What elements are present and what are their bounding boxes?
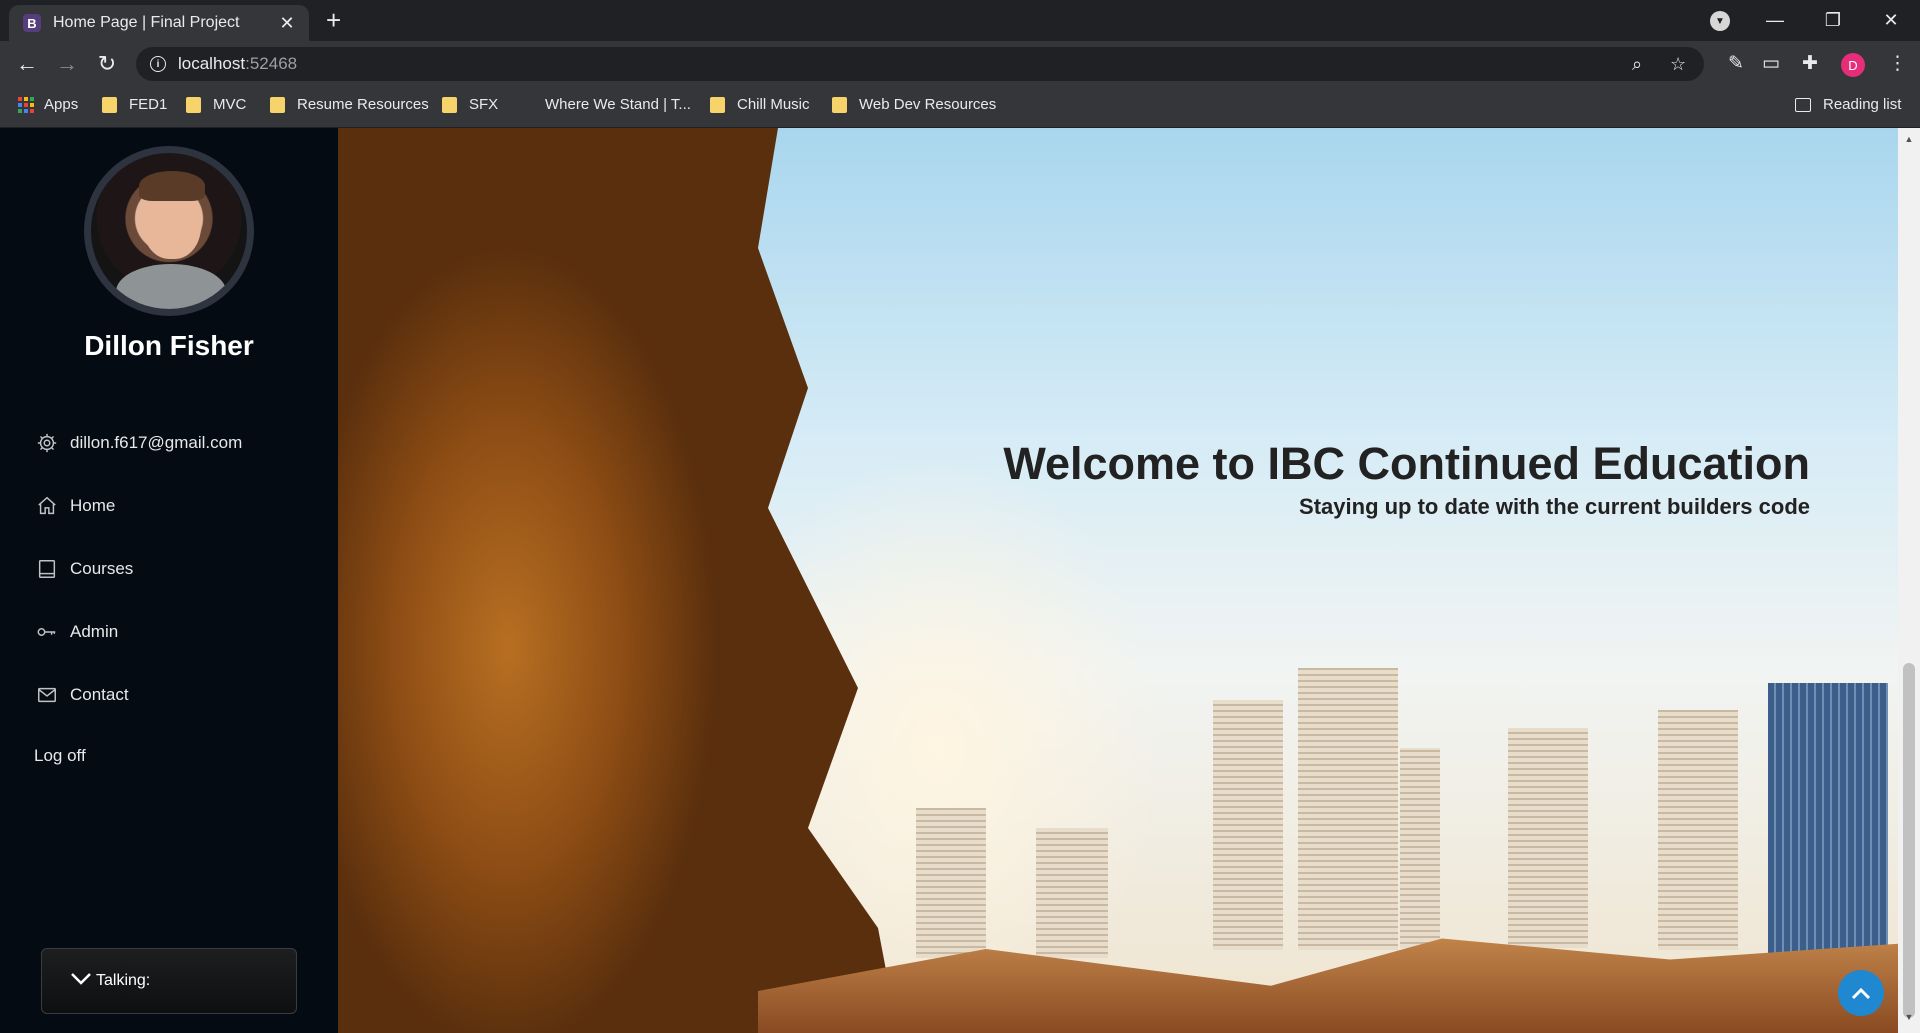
hero-background-image — [338, 128, 898, 1033]
profile-avatar[interactable]: D — [1841, 53, 1865, 77]
bookmark-label: FED1 — [129, 96, 168, 113]
back-button[interactable]: ← — [12, 49, 42, 79]
sidebar-item-home[interactable]: Home — [34, 493, 115, 519]
zoom-icon[interactable]: ⌕ — [1632, 54, 1642, 75]
reload-button[interactable]: ↻ — [92, 49, 122, 79]
home-icon — [34, 493, 60, 519]
bookmark-web-dev-resources[interactable]: Web Dev Resources — [832, 96, 996, 113]
key-icon — [34, 619, 60, 645]
bookmark-label: MVC — [213, 96, 247, 113]
forward-button[interactable]: → — [52, 49, 82, 79]
bookmark-sfx[interactable]: SFX — [442, 96, 498, 113]
sidebar-item-admin[interactable]: Admin — [34, 619, 118, 645]
bookmark-fed1[interactable]: FED1 — [102, 96, 167, 113]
new-tab-button[interactable]: + — [326, 6, 341, 34]
reading-list-button[interactable]: Reading list — [1795, 96, 1901, 113]
bookmark-resume-resources[interactable]: Resume Resources — [270, 96, 429, 113]
bookmarks-bar: Apps FED1 MVC Resume Resources SFX Where… — [0, 88, 1920, 128]
folder-icon — [710, 96, 725, 113]
scroll-to-top-button[interactable] — [1838, 970, 1884, 1016]
url-host: localhost — [178, 54, 246, 73]
hero-title: Welcome to IBC Continued Education — [1003, 438, 1810, 489]
bookmark-label: SFX — [469, 96, 499, 113]
reading-list-label: Reading list — [1823, 96, 1902, 113]
address-bar[interactable]: i localhost:52468 ⌕ ☆ — [136, 47, 1704, 81]
bookmark-mvc[interactable]: MVC — [186, 96, 246, 113]
browser-tab[interactable]: B Home Page | Final Project ✕ — [9, 5, 309, 41]
avatar — [84, 146, 254, 316]
folder-icon — [186, 96, 201, 113]
book-icon — [34, 556, 60, 582]
bookmark-where-we-stand[interactable]: Where We Stand | T... — [545, 96, 691, 113]
browser-menu-icon[interactable]: ⋮ — [1888, 52, 1907, 75]
talking-panel-toggle[interactable]: Talking: — [41, 948, 297, 1014]
sidebar-item-label: Home — [70, 496, 116, 515]
sidebar-item-contact[interactable]: Contact — [34, 682, 129, 708]
folder-icon — [832, 96, 847, 113]
user-name: Dillon Fisher — [84, 330, 254, 361]
sidebar: Dillon Fisher dillon.f617@gmail.com Home… — [0, 128, 338, 1033]
tab-search-icon[interactable]: ▼ — [1710, 11, 1730, 31]
sidebar-item-label: Contact — [70, 685, 129, 704]
close-tab-icon[interactable]: ✕ — [277, 13, 297, 34]
minimize-window-button[interactable]: — — [1752, 0, 1798, 41]
sidebar-item-courses[interactable]: Courses — [34, 556, 133, 582]
bookmark-label: Where We Stand | T... — [545, 96, 691, 113]
folder-icon — [442, 96, 457, 113]
talking-label: Talking: — [96, 972, 151, 989]
browser-tab-strip: B Home Page | Final Project ✕ + ▼ — ❐ ✕ — [0, 0, 1920, 41]
bootstrap-favicon-icon: B — [23, 14, 41, 32]
extension-pen-icon[interactable]: ✎ — [1728, 52, 1744, 75]
bookmark-label: Chill Music — [737, 96, 810, 113]
bookmark-label: Apps — [44, 96, 79, 113]
bookmark-star-icon[interactable]: ☆ — [1670, 54, 1686, 75]
extensions-puzzle-icon[interactable]: ✚ — [1802, 52, 1818, 75]
sidebar-item-email[interactable]: dillon.f617@gmail.com — [34, 430, 242, 456]
browser-toolbar: ← → ↻ i localhost:52468 ⌕ ☆ — [0, 41, 1920, 88]
page-scrollbar[interactable]: ▲ ▼ — [1898, 128, 1920, 1033]
reading-list-icon — [1795, 97, 1811, 112]
bookmark-apps[interactable]: Apps — [18, 96, 78, 113]
bookmark-chill-music[interactable]: Chill Music — [710, 96, 810, 113]
bookmark-label: Resume Resources — [297, 96, 429, 113]
site-info-icon[interactable]: i — [150, 56, 166, 72]
scroll-down-arrow-icon[interactable]: ▼ — [1898, 1012, 1920, 1022]
mail-icon — [34, 682, 60, 708]
extension-screen-icon[interactable]: ▭ — [1762, 52, 1780, 75]
tab-title: Home Page | Final Project — [53, 14, 240, 31]
bookmark-label: Web Dev Resources — [859, 96, 997, 113]
gear-icon — [34, 430, 60, 456]
sidebar-item-label: dillon.f617@gmail.com — [70, 433, 243, 452]
sidebar-item-label: Courses — [70, 559, 134, 578]
hero-subtitle: Staying up to date with the current buil… — [1299, 494, 1810, 519]
sidebar-item-label: Admin — [70, 622, 119, 641]
scrollbar-thumb[interactable] — [1903, 663, 1915, 1018]
restore-window-button[interactable]: ❐ — [1810, 0, 1856, 41]
folder-icon — [102, 96, 117, 113]
folder-icon — [270, 96, 285, 113]
log-off-link[interactable]: Log off — [34, 746, 86, 766]
chevron-down-icon — [70, 972, 92, 991]
apps-grid-icon — [18, 96, 34, 113]
scroll-up-arrow-icon[interactable]: ▲ — [1898, 134, 1920, 144]
close-window-button[interactable]: ✕ — [1868, 0, 1914, 41]
url-port: :52468 — [245, 54, 298, 73]
hero-banner: Welcome to IBC Continued Education Stayi… — [338, 128, 1898, 1033]
